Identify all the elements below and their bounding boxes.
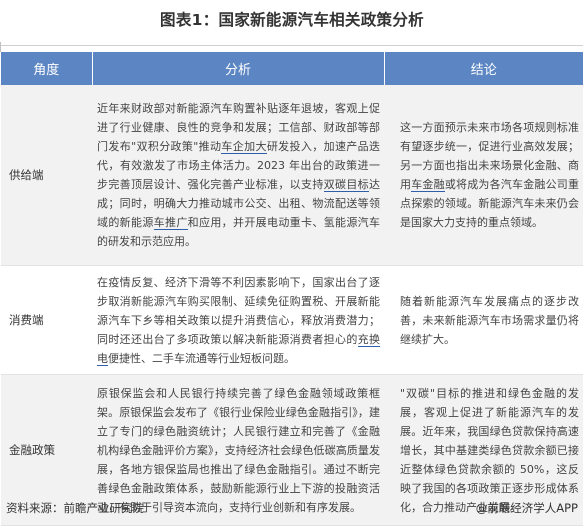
page-title: 图表1：国家新能源汽车相关政策分析: [160, 11, 424, 29]
brand-label: @前瞻经济学人APP: [475, 501, 578, 515]
header-analysis: 分析: [92, 52, 385, 85]
text-segment: 随着新能源汽车发展痛点的逐步改善，未来新能源汽车市场需求量仍将继续扩大。: [400, 294, 579, 346]
title-divider: [1, 45, 583, 46]
underlined-phrase: 车推广: [153, 216, 188, 230]
table-header-row: 角度 分析 结论: [1, 52, 583, 85]
row-category: 消费端: [1, 265, 92, 375]
underlined-phrase: 车企加大: [221, 140, 267, 154]
source-note: 资料来源：前瞻产业研究院: [6, 501, 144, 515]
row-conclusion: 随着新能源汽车发展痛点的逐步改善，未来新能源汽车市场需求量仍将继续扩大。: [384, 265, 583, 375]
text-segment: 原银保监会和人民银行持续完善了绿色金融领域政策框架。原银保监会发布了《银行业保险…: [97, 386, 380, 514]
header-angle: 角度: [1, 52, 93, 85]
row-analysis: 在疫情反复、经济下滑等不利因素影响下，国家出台了逐步取消新能源汽车购买限制、延续…: [92, 265, 384, 375]
table-row: 供给端 近年来财政部对新能源汽车购置补贴逐年退坡，客观上促进了行业健康、良性的竞…: [1, 85, 583, 266]
brand-credit: @前瞻经济学人APP: [476, 500, 578, 516]
row-category: 供给端: [1, 85, 92, 266]
underlined-phrase: 双碳目标: [323, 178, 370, 192]
row-conclusion: 这一方面预示未来市场各项规则标准有望逐步统一，促进行业高效发展；另一方面也指出未…: [384, 85, 583, 266]
corner-mark: [0, 42, 3, 52]
text-segment: 在疫情反复、经济下滑等不利因素影响下，国家出台了逐步取消新能源汽车购买限制、延续…: [97, 275, 380, 346]
text-segment: "双碳"目标的推进和绿色金融的发展，客观上促进了新能源汽车的发展。近年来，我国绿…: [400, 386, 579, 514]
header-conclusion: 结论: [384, 52, 583, 85]
table-row: 消费端 在疫情反复、经济下滑等不利因素影响下，国家出台了逐步取消新能源汽车购买限…: [1, 265, 583, 375]
underlined-phrase: 车金融: [411, 178, 445, 192]
text-segment: 便捷性、二手车流通等行业短板问题。: [108, 351, 295, 365]
row-analysis: 近年来财政部对新能源汽车购置补贴逐年退坡，客观上促进了行业健康、良性的竞争和发展…: [92, 85, 384, 266]
policy-table: 角度 分析 结论 供给端 近年来财政部对新能源汽车购置补贴逐年退坡，客观上促进了…: [1, 52, 583, 526]
